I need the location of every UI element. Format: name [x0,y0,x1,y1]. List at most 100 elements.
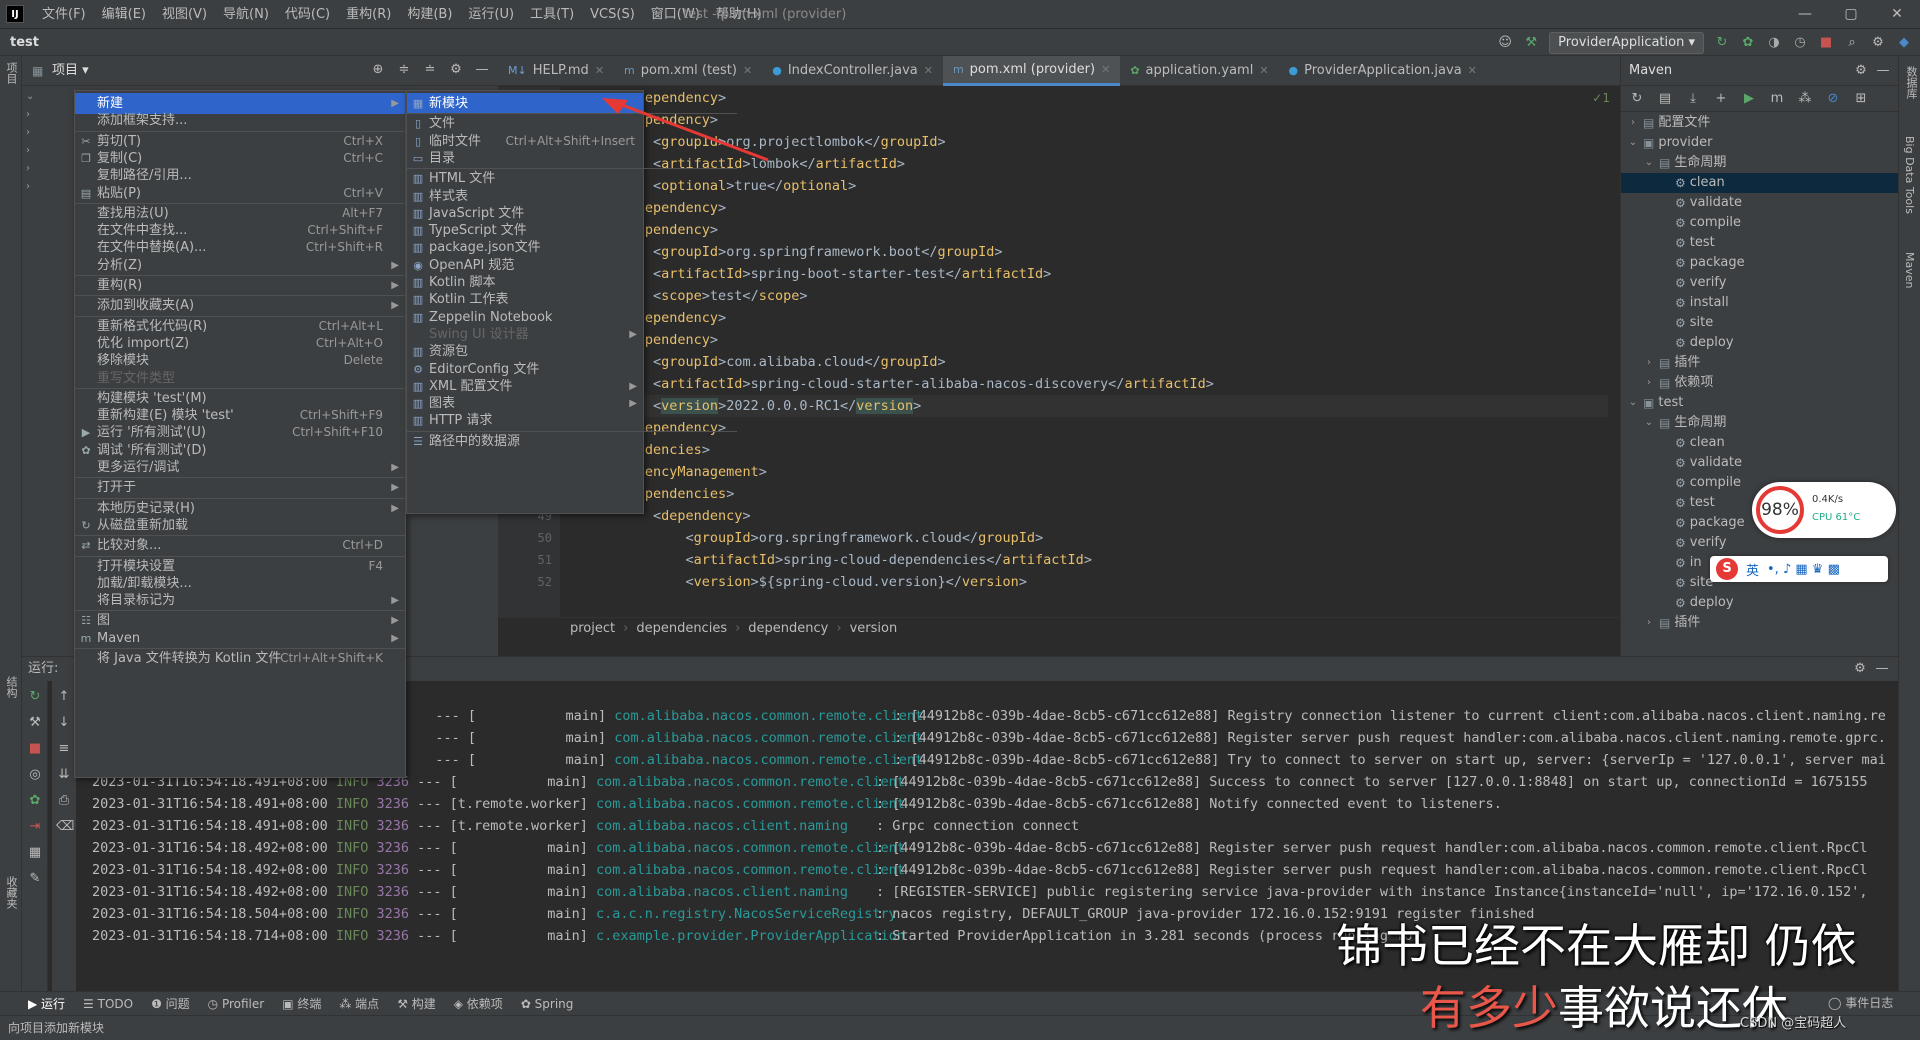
run-configuration-selector[interactable]: ProviderApplication ▾ [1549,31,1704,54]
menu-item[interactable]: m Maven ▶ [75,628,405,649]
code-line[interactable]: </dependencies> [588,439,1608,461]
maven-tree-item[interactable]: › ▤ 插件 [1621,353,1899,373]
bottom-tool-tab[interactable]: ▣ 终端 [282,995,321,1012]
project-view-selector[interactable]: 项目 ▾ [52,56,89,86]
code-line[interactable]: <groupId>org.springframework.boot</group… [588,241,1608,263]
menu-item[interactable]: 运行(U) [460,0,522,29]
maven-tree-item[interactable]: ⚙ verify [1621,273,1899,293]
settings-gear-icon[interactable]: ⚙ [1870,35,1886,51]
maven-tree-item[interactable]: ⌄ ▣ test [1621,393,1899,413]
maven-settings-icon[interactable]: ⚙ [1853,63,1869,79]
menu-item[interactable]: 将 Java 文件转换为 Kotlin 文件 Ctrl+Alt+Shift+K [75,648,405,669]
code-line[interactable]: <dependency> [588,505,1608,527]
add-icon[interactable]: + [1713,91,1729,107]
event-log-button[interactable]: ◯ 事件日志 [1828,994,1893,1011]
menu-item[interactable]: 更多运行/调试 ▶ [75,457,405,478]
menu-item[interactable]: 重构(R) ▶ [75,275,405,296]
maven-tree-item[interactable]: ⌄ ▤ 生命周期 [1621,413,1899,433]
code-line[interactable]: <artifactId>spring-cloud-starter-alibaba… [588,373,1608,395]
menu-item[interactable]: 工具(T) [522,0,582,29]
inspection-status[interactable]: ✓1 [1592,91,1610,105]
code-line[interactable]: <groupId>com.alibaba.cloud</groupId> [588,351,1608,373]
ime-tool-icons[interactable]: •, ♪ ▦ ♛ ▩ [1767,562,1840,577]
maven-tree-item[interactable]: ⚙ validate [1621,193,1899,213]
execute-goal-icon[interactable]: m [1769,91,1785,107]
bottom-tool-tab[interactable]: ☰ TODO [83,997,133,1011]
code-line[interactable]: <optional>true</optional> [588,175,1608,197]
build-hammer-icon[interactable]: ⚒ [1523,35,1539,51]
performance-monitor-widget[interactable]: 98% 0.4K/s CPU 61°C [1752,482,1896,538]
expand-arrow-icon[interactable]: ⌄ [1643,413,1655,433]
user-icon[interactable]: ☺ [1497,35,1513,51]
pin-icon[interactable]: ✎ [27,871,43,887]
editor-tab[interactable]: ● ProviderApplication.java ✕ [1279,56,1487,86]
editor-tab[interactable]: m pom.xml (provider) ✕ [942,55,1121,86]
maven-tree-item[interactable]: ⌄ ▤ 生命周期 [1621,153,1899,173]
menu-item[interactable]: 添加框架支持... [75,110,405,131]
print-icon[interactable]: ⎙ [56,793,72,809]
close-tab-icon[interactable]: ✕ [1101,55,1110,85]
reload-icon[interactable]: ↻ [1629,91,1645,107]
ime-language-toggle[interactable]: 英 [1746,560,1759,579]
menu-item[interactable]: 编辑(E) [94,0,154,29]
rerun-icon[interactable]: ↻ [27,689,43,705]
code-line[interactable]: <groupId>org.springframework.cloud</grou… [588,527,1608,549]
expand-arrow-icon[interactable]: ⌄ [1627,393,1639,413]
menu-item[interactable]: 构建(B) [399,0,460,29]
code-content[interactable]: </dependency> <dependency> <groupId>org.… [588,87,1608,617]
expand-all-icon[interactable]: ≑ [396,62,412,78]
close-tab-icon[interactable]: ✕ [924,56,933,86]
scroll-end-icon[interactable]: ⇊ [56,767,72,783]
scroll-up-icon[interactable]: ↑ [56,689,72,705]
maven-tree-item[interactable]: › ▤ 插件 [1621,613,1899,633]
maximize-icon[interactable]: ▢ [1828,0,1874,29]
bottom-tool-tab[interactable]: ✿ Spring [521,997,574,1011]
editor-tab[interactable]: ✿ application.yaml ✕ [1120,56,1278,86]
stop-run-icon[interactable]: ■ [27,741,43,757]
menu-item[interactable]: ☰ 路径中的数据源 [407,431,643,452]
menu-item[interactable]: 代码(C) [277,0,338,29]
maven-hide-icon[interactable]: — [1875,63,1891,79]
locate-icon[interactable]: ⊕ [370,62,386,78]
stripe-maven-label[interactable]: Maven [1903,252,1916,288]
bottom-tool-tab[interactable]: ⁂ 端点 [339,995,379,1012]
stripe-project-label[interactable]: 项目 [3,62,19,84]
debug-icon[interactable]: ✿ [1740,35,1756,51]
menu-item[interactable]: 分析(Z) ▶ [75,255,405,276]
camera-icon[interactable]: ◎ [27,767,43,783]
bottom-tool-tab[interactable]: ❶ 问题 [151,995,190,1012]
hide-panel-icon[interactable]: — [474,62,490,78]
code-line[interactable]: <dependencyManagement> [588,461,1608,483]
expand-arrow-icon[interactable]: ⌄ [1627,133,1639,153]
nav-project-name[interactable]: test [10,29,39,56]
editor-tab[interactable]: ● IndexController.java ✕ [762,56,943,86]
bottom-tool-tab[interactable]: ◷ Profiler [208,997,265,1011]
expand-arrow-icon[interactable]: › [1643,353,1655,373]
layout-icon[interactable]: ▦ [27,845,43,861]
generate-sources-icon[interactable]: ▤ [1657,91,1673,107]
stripe-database-label[interactable]: 数据库 [1903,66,1919,99]
clear-console-icon[interactable]: ⌫ [56,819,74,835]
maven-tree-item[interactable]: ⚙ site [1621,313,1899,333]
skip-tests-icon[interactable]: ⊘ [1825,91,1841,107]
exit-icon[interactable]: ⇥ [27,819,43,835]
menu-item[interactable]: 将目录标记为 ▶ [75,590,405,611]
close-tab-icon[interactable]: ✕ [1259,56,1268,86]
bottom-tool-tab[interactable]: ▶ 运行 [28,995,65,1012]
menu-item[interactable]: 文件(F) [34,0,94,29]
rerun-icon[interactable]: ↻ [1714,35,1730,51]
maven-tree-item[interactable]: ⚙ package [1621,253,1899,273]
menu-item[interactable]: ▥ HTTP 请求 [407,410,643,431]
download-icon[interactable]: ⤓ [1685,91,1701,107]
breadcrumb-item[interactable]: dependency [748,621,828,636]
expand-arrow-icon[interactable]: ⌄ [1643,153,1655,173]
scroll-down-icon[interactable]: ↓ [56,715,72,731]
close-icon[interactable]: ✕ [1874,0,1920,29]
stop-icon[interactable]: ■ [1818,35,1834,51]
menu-item[interactable]: 重构(R) [338,0,399,29]
menu-item[interactable]: ↻ 从磁盘重新加载 [75,515,405,536]
minimize-icon[interactable]: — [1782,0,1828,29]
stripe-structure-label[interactable]: 结构 [3,676,19,698]
panel-settings-icon[interactable]: ⚙ [448,62,464,78]
debug-bug-icon[interactable]: ✿ [27,793,43,809]
